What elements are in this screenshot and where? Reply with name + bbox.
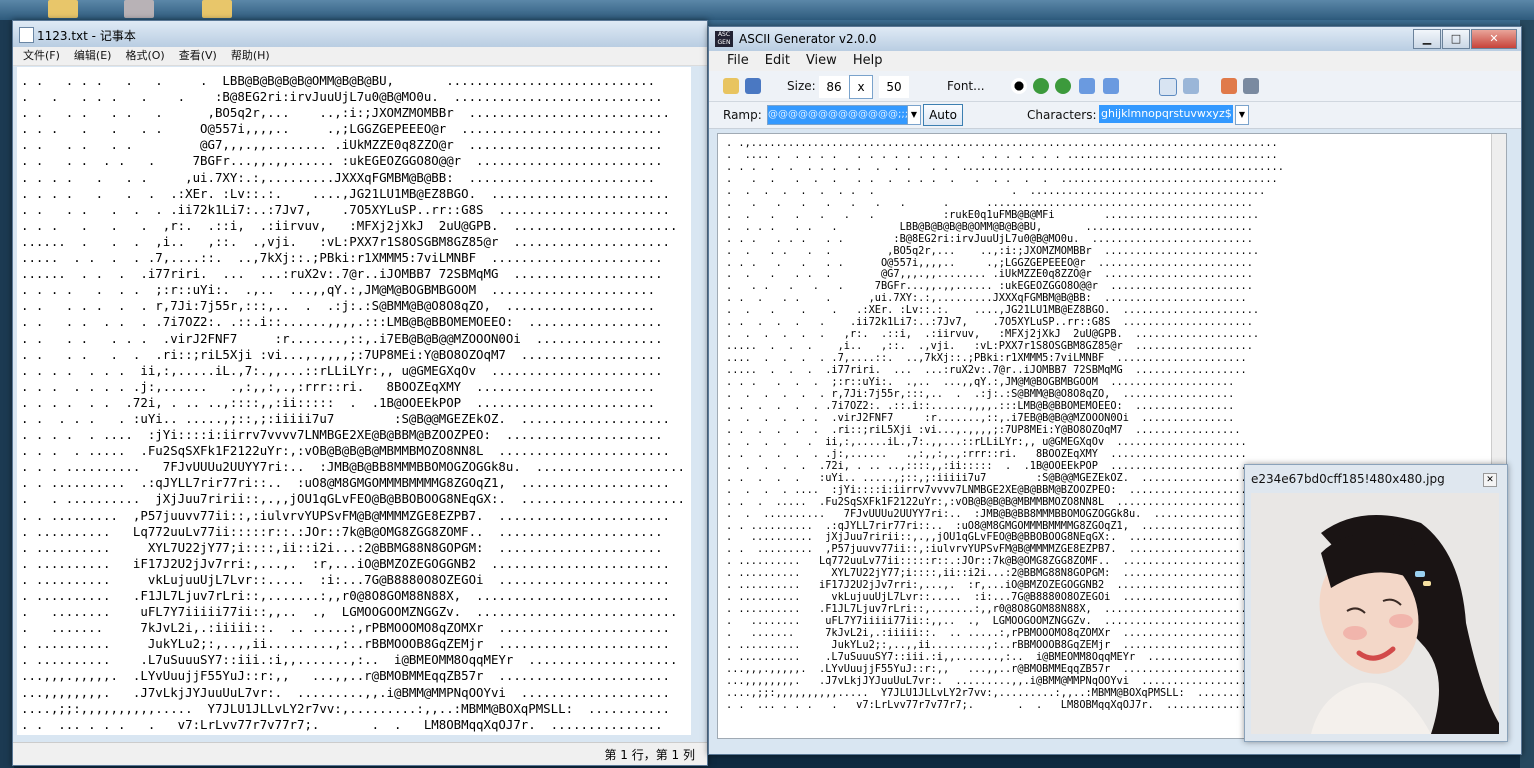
notepad-content[interactable]: . . . . . . . . LBB@B@B@B@B@OMM@B@B@BU, … bbox=[17, 67, 691, 735]
cursor-position: 第 1 行，第 1 列 bbox=[604, 748, 695, 762]
image-preview-window: e234e67bd0cff185!480x480.jpg ✕ bbox=[1244, 464, 1508, 742]
height-input[interactable]: 50 bbox=[879, 76, 909, 98]
minimize-button[interactable]: ▁ bbox=[1413, 29, 1441, 49]
image-mode-icon[interactable] bbox=[1183, 78, 1199, 94]
settings-icon[interactable] bbox=[1243, 78, 1259, 94]
menu-view[interactable]: View bbox=[806, 51, 837, 71]
ramp-dropdown-button[interactable]: ▼ bbox=[907, 105, 921, 125]
width-input[interactable]: 86 bbox=[819, 76, 849, 98]
ascii-gen-title: ASCII Generator v2.0.0 bbox=[739, 32, 877, 46]
ramp-label: Ramp: bbox=[723, 108, 762, 122]
image-preview-titlebar[interactable]: e234e67bd0cff185!480x480.jpg ✕ bbox=[1245, 465, 1507, 493]
menu-edit[interactable]: 编辑(E) bbox=[74, 47, 112, 65]
ramp-row: Ramp: @@@@@@@@@@@@@;;;;,,,,,,,,,, ▼ Auto… bbox=[709, 102, 1521, 129]
image-thumbnail-icon[interactable] bbox=[124, 0, 154, 18]
notepad-icon bbox=[19, 27, 34, 43]
menu-format[interactable]: 格式(O) bbox=[125, 47, 164, 65]
size-label: Size: bbox=[787, 79, 816, 93]
notepad-window: 1123.txt - 记事本 文件(F) 编辑(E) 格式(O) 查看(V) 帮… bbox=[12, 20, 708, 766]
text-mode-icon[interactable] bbox=[1159, 78, 1177, 96]
menu-help[interactable]: Help bbox=[853, 51, 883, 71]
ascii-gen-titlebar[interactable]: ASC GEN ASCII Generator v2.0.0 ▁ □ ✕ bbox=[709, 27, 1521, 51]
close-icon[interactable]: ✕ bbox=[1483, 473, 1497, 487]
ascii-gen-menubar: File Edit View Help bbox=[709, 51, 1521, 71]
notepad-menubar: 文件(F) 编辑(E) 格式(O) 查看(V) 帮助(H) bbox=[13, 47, 707, 66]
notepad-statusbar: 第 1 行，第 1 列 bbox=[13, 742, 707, 765]
menu-help[interactable]: 帮助(H) bbox=[231, 47, 270, 65]
open-folder-icon[interactable] bbox=[723, 78, 739, 94]
source-photo bbox=[1251, 493, 1499, 734]
image-filename: e234e67bd0cff185!480x480.jpg bbox=[1251, 472, 1445, 486]
rotate-right-icon[interactable] bbox=[1033, 78, 1049, 94]
auto-button[interactable]: Auto bbox=[923, 104, 963, 126]
font-button[interactable]: Font... bbox=[947, 79, 985, 93]
maximize-button[interactable]: □ bbox=[1442, 29, 1470, 49]
flip-vertical-icon[interactable] bbox=[1103, 78, 1119, 94]
menu-file[interactable]: File bbox=[727, 51, 749, 71]
portrait-image bbox=[1251, 493, 1499, 734]
ascii-gen-logo-icon: ASC GEN bbox=[715, 31, 733, 47]
characters-label: Characters: bbox=[1027, 108, 1097, 122]
folder-icon[interactable] bbox=[48, 0, 78, 18]
menu-edit[interactable]: Edit bbox=[765, 51, 790, 71]
notepad-title: 1123.txt - 记事本 bbox=[37, 29, 136, 43]
menu-view[interactable]: 查看(V) bbox=[179, 47, 217, 65]
notepad-text-area[interactable]: . . . . . . . . LBB@B@B@B@B@OMM@B@B@BU, … bbox=[17, 67, 691, 735]
characters-dropdown-button[interactable]: ▼ bbox=[1235, 105, 1249, 125]
close-button[interactable]: ✕ bbox=[1471, 29, 1517, 49]
notepad-titlebar[interactable]: 1123.txt - 记事本 bbox=[13, 21, 707, 47]
save-icon[interactable] bbox=[745, 78, 761, 94]
rotate-left-icon[interactable] bbox=[1055, 78, 1071, 94]
contrast-icon[interactable] bbox=[1011, 78, 1027, 94]
ramp-input[interactable]: @@@@@@@@@@@@@;;;;,,,,,,,,,, bbox=[767, 105, 921, 125]
folder-icon[interactable] bbox=[202, 0, 232, 18]
ascii-gen-toolbar: Size: 86 x 50 Font... bbox=[709, 71, 1521, 102]
menu-file[interactable]: 文件(F) bbox=[23, 47, 60, 65]
characters-input[interactable]: ghijklmnopqrstuvwxyz$ bbox=[1099, 105, 1233, 123]
lock-aspect-button[interactable]: x bbox=[849, 75, 873, 99]
desktop-right-edge bbox=[1520, 20, 1534, 768]
flip-horizontal-icon[interactable] bbox=[1079, 78, 1095, 94]
color-icon[interactable] bbox=[1221, 78, 1237, 94]
desktop-top-strip bbox=[0, 0, 1534, 20]
